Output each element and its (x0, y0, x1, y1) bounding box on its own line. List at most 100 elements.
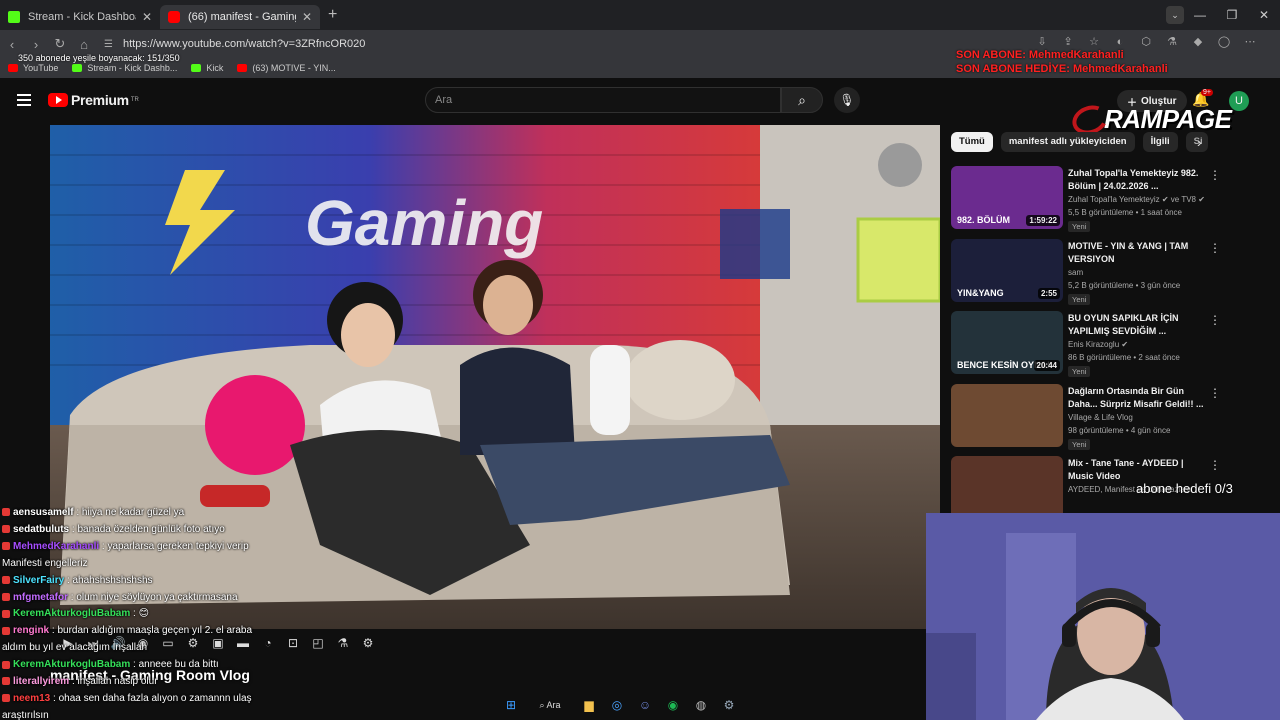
profile-icon[interactable]: ◯ (1216, 34, 1232, 50)
tab-youtube-video[interactable]: (66) manifest - Gaming Room Vlog ✕ (160, 5, 320, 29)
menu-icon[interactable]: ⋯ (1242, 34, 1258, 50)
youtube-logo[interactable]: Premium TR (48, 92, 139, 108)
chat-badge-icon (2, 525, 10, 534)
youtube-icon (8, 64, 18, 72)
chat-text: : yaparlarsa gereken tepkiyi verip (101, 540, 249, 552)
menu-icon[interactable] (17, 94, 31, 106)
windows-start-icon[interactable]: ⊞ (500, 694, 522, 716)
video-title[interactable]: Mix - Tane Tane - AYDEED | Music Video (1068, 457, 1206, 483)
thumbnail-text: 982. BÖLÜM (957, 215, 1011, 225)
video-thumbnail[interactable]: 982. BÖLÜM 1:59:22 (951, 166, 1063, 229)
close-icon[interactable]: ✕ (142, 10, 152, 24)
kick-icon (8, 11, 20, 23)
video-thumbnail[interactable]: YIN&YANG 2:55 (951, 238, 1063, 302)
video-title[interactable]: MOTIVE - YIN & YANG | TAM VERSIYON (1068, 240, 1206, 266)
recommended-video[interactable]: Dağların Ortasında Bir Gün Daha... Sürpr… (951, 383, 1231, 450)
video-wall-text: Gaming (305, 187, 543, 259)
youtube-icon (237, 64, 248, 72)
channel-name[interactable]: Zuhal Topal'la Yemekteyiz ✔ ve TV8 ✔ (1068, 195, 1205, 204)
video-meta: 86 B görüntüleme • 2 saat önce (1068, 353, 1180, 362)
bookmark-kick[interactable]: Kick (191, 63, 223, 73)
notification-count-badge: 9+ (1201, 89, 1213, 96)
chat-message: araştırılsın (2, 708, 522, 720)
chip-all[interactable]: Tümü (951, 132, 993, 152)
video-title[interactable]: Zuhal Topal'la Yemekteyiz 982. Bölüm | 2… (1068, 167, 1206, 193)
sub-goal-overlay: abone hedefi 0/3 (1136, 481, 1233, 496)
chat-username: SilverFairy (13, 574, 65, 586)
new-badge: Yeni (1068, 221, 1091, 232)
chat-text: : banada özelden günlük foto atıyo (71, 523, 225, 535)
chat-message: aldım bu yıl ev alacağım İnşallah (2, 640, 522, 657)
reload-icon[interactable]: ↻ (48, 36, 72, 52)
chat-text: : burdan aldığım maaşla geçen yıl 2. el … (51, 625, 253, 637)
close-window-icon[interactable]: ✕ (1248, 8, 1280, 22)
chat-username: KeremAkturkogluBabam (13, 659, 131, 671)
bookmark-label: YouTube (23, 63, 59, 73)
tab-search-icon[interactable]: ⌄ (1166, 6, 1184, 24)
video-title[interactable]: BU OYUN SAPIKLAR İÇİN YAPILMIŞ SEVDİĞİM … (1068, 312, 1206, 338)
discord-icon[interactable]: ☺ (634, 694, 656, 716)
maximize-icon[interactable]: ❐ (1216, 8, 1248, 22)
video-thumbnail[interactable]: BENCE KESİN OYNA! 20:44 (951, 311, 1063, 374)
tab-kick-dashboard[interactable]: Stream - Kick Dashboard ✕ (0, 5, 160, 29)
bookmark-youtube[interactable]: YouTube (8, 63, 58, 73)
video-thumbnail[interactable] (951, 456, 1063, 519)
home-icon[interactable]: ⌂ (72, 37, 96, 52)
video-duration: 1:59:22 (1026, 215, 1060, 226)
chat-text: araştırılsın (2, 709, 49, 720)
recommended-video[interactable]: YIN&YANG 2:55 MOTIVE - YIN & YANG | TAM VE… (951, 238, 1231, 305)
chip-related[interactable]: İlgili (1142, 132, 1178, 152)
chevron-right-icon[interactable]: › (1197, 134, 1202, 150)
spotify-icon[interactable]: ◉ (662, 694, 684, 716)
bookmark-label: Stream - Kick Dashb... (87, 63, 178, 73)
rampage-logo-overlay: RAMPAGE (1068, 100, 1232, 139)
bookmark-label: (63) MOTIVE - YIN... (252, 63, 336, 73)
bookmark-kick-dashboard[interactable]: Stream - Kick Dashb... (72, 63, 177, 73)
obs-icon[interactable]: ◍ (690, 694, 712, 716)
recommended-video[interactable]: BENCE KESİN OYNA! 20:44 BU OYUN SAPIKLAR İ… (951, 311, 1231, 377)
search-input[interactable]: Ara (425, 87, 781, 113)
bookmark-motive[interactable]: (63) MOTIVE - YIN... (237, 63, 336, 73)
chip-from-uploader[interactable]: manifest adlı yükleyiciden (1000, 132, 1135, 152)
chat-message: Manifesti engelleriz (2, 556, 522, 573)
chat-text: : anneee bu da bittı (133, 659, 219, 671)
copilot-icon[interactable]: ◆ (1190, 34, 1206, 50)
more-vert-icon[interactable]: ⋮ (1209, 386, 1221, 400)
avatar[interactable]: U (1229, 91, 1249, 111)
taskbar-search[interactable]: ⌕ Ara (528, 694, 572, 716)
site-info-icon[interactable]: ☰ (104, 39, 113, 50)
chat-text: : ohaa sen daha fazla alıyon o zamannn u… (53, 692, 252, 704)
video-thumbnail[interactable] (951, 383, 1063, 447)
webcam-overlay (926, 513, 1280, 720)
recommended-video[interactable]: 982. BÖLÜM 1:59:22 Zuhal Topal'la Yemektey… (951, 166, 1231, 232)
forward-icon[interactable]: › (24, 37, 48, 52)
chat-text: : hiiya ne kadar güzel ya (76, 507, 185, 518)
channel-name[interactable]: sam (1068, 268, 1083, 277)
back-icon[interactable]: ‹ (0, 37, 24, 52)
browser-icon[interactable]: ◎ (606, 694, 628, 716)
chat-message: literallyirem : inşallah nasip olur (2, 674, 522, 691)
chat-badge-icon (2, 694, 10, 703)
new-badge: Yeni (1068, 438, 1091, 450)
more-vert-icon[interactable]: ⋮ (1209, 168, 1221, 182)
new-tab-button[interactable]: + (328, 6, 337, 24)
steam-icon[interactable]: ⚙ (718, 694, 740, 716)
chat-username: KeremAkturkogluBabam (13, 608, 131, 620)
channel-name[interactable]: Enis Kirazoglu ✔ (1068, 340, 1128, 349)
more-vert-icon[interactable]: ⋮ (1209, 241, 1221, 255)
more-vert-icon[interactable]: ⋮ (1209, 458, 1221, 472)
more-vert-icon[interactable]: ⋮ (1209, 313, 1221, 327)
channel-name[interactable]: Village & Life Vlog (1068, 413, 1133, 422)
minimize-icon[interactable]: — (1184, 8, 1216, 22)
close-icon[interactable]: ✕ (302, 10, 312, 24)
search-button[interactable]: ⌕ (781, 87, 823, 113)
chat-badge-icon (2, 677, 10, 686)
url-field[interactable]: ☰ https://www.youtube.com/watch?v=3ZRfnc… (104, 33, 1024, 55)
new-badge: Yeni (1068, 366, 1091, 377)
chat-badge-icon (2, 660, 10, 669)
voice-search-button[interactable]: 🎙 (834, 87, 860, 113)
video-title[interactable]: Dağların Ortasında Bir Gün Daha... Sürpr… (1068, 385, 1206, 411)
chat-badge-icon (2, 592, 10, 601)
chat-text: : ahahshshshshshs (66, 574, 153, 586)
file-explorer-icon[interactable]: ▆ (578, 694, 600, 716)
